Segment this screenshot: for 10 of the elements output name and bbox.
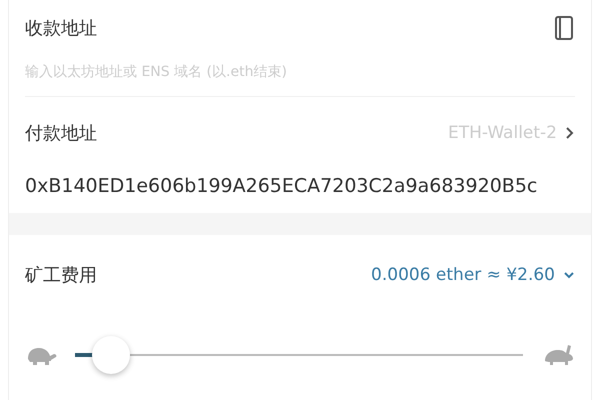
payer-address: 0xB140ED1e606b199A265ECA7203C2a9a683920B5c (24, 174, 538, 199)
fee-slider[interactable] (75, 335, 523, 375)
chevron-right-icon (565, 126, 575, 140)
fee-label: 矿工费用 (25, 264, 97, 287)
slider-thumb[interactable] (92, 336, 130, 374)
fee-selector[interactable]: 0.0006 ether ≈ ¥2.60 (371, 265, 575, 285)
payer-label: 付款地址 (25, 122, 97, 145)
recipient-label: 收款地址 (25, 17, 97, 40)
chevron-down-icon (563, 270, 575, 280)
address-book-icon[interactable] (553, 15, 575, 41)
